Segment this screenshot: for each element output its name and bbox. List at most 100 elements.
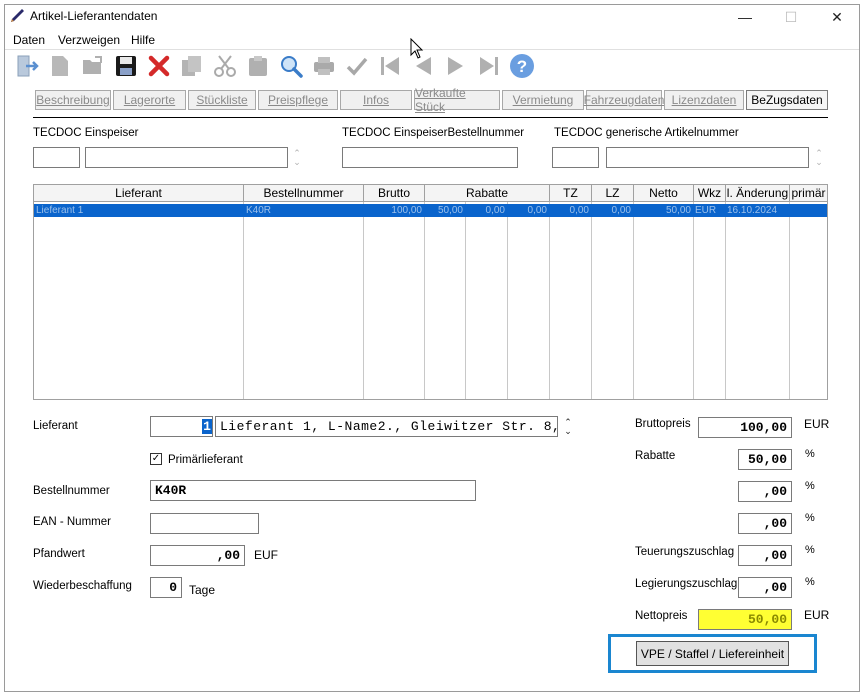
save-icon[interactable]: [113, 53, 139, 79]
last-record-icon[interactable]: [476, 53, 502, 79]
window-title: Artikel-Lieferantendaten: [30, 9, 158, 23]
teuerungszuschlag-label: Teuerungszuschlag: [635, 546, 735, 558]
table-cell-aenderung: 16.10.2024: [727, 205, 778, 216]
new-document-icon[interactable]: [47, 53, 73, 79]
lieferant-name-input[interactable]: Lieferant 1, L-Name2., Gleiwitzer Str. 8…: [215, 416, 558, 437]
rabatt-1-input[interactable]: 50,00: [738, 449, 792, 470]
col-header-rabatte[interactable]: Rabatte: [425, 185, 550, 202]
tab-lizenzdaten[interactable]: Lizenzdaten: [664, 90, 744, 110]
legierungszuschlag-percent: %: [805, 576, 815, 588]
open-folder-icon[interactable]: [80, 53, 106, 79]
cut-icon[interactable]: [212, 53, 238, 79]
tecdoc-generisch-label: TECDOC generische Artikelnummer: [554, 127, 739, 139]
help-icon[interactable]: ?: [509, 53, 535, 79]
table-cell-primaer: [791, 204, 825, 217]
ean-input[interactable]: [150, 513, 259, 534]
tab-beschreibung[interactable]: Beschreibung: [35, 90, 111, 110]
lieferant-number-value: 1: [202, 419, 212, 434]
bestellnummer-input[interactable]: K40R: [150, 480, 476, 501]
primaerlieferant-checkbox[interactable]: ✓: [150, 453, 162, 465]
tecdoc-einspeiser-spinner[interactable]: ⌃ ⌄: [290, 147, 304, 169]
nettopreis-unit: EUR: [804, 608, 830, 622]
col-header-bestellnummer[interactable]: Bestellnummer: [244, 185, 364, 202]
exit-icon[interactable]: [14, 53, 40, 79]
col-header-brutto[interactable]: Brutto: [364, 185, 425, 202]
search-icon[interactable]: [278, 53, 304, 79]
col-divider: [725, 202, 726, 399]
minimize-button[interactable]: —: [722, 6, 768, 28]
tecdoc-bestellnummer-label: TECDOC EinspeiserBestellnummer: [342, 127, 525, 139]
lieferant-spinner[interactable]: ⌃ ⌄: [561, 416, 575, 438]
col-divider: [465, 202, 466, 399]
col-header-letzte-aenderung[interactable]: l. Änderung: [726, 185, 790, 202]
tab-fahrzeugdaten[interactable]: Fahrzeugdaten: [584, 90, 664, 110]
tab-divider: [33, 117, 828, 118]
table-cell-rabatt-1: 50,00: [437, 205, 463, 216]
svg-text:?: ?: [517, 57, 527, 76]
tab-stueckliste[interactable]: Stückliste: [188, 90, 256, 110]
nettopreis-label: Nettopreis: [635, 610, 688, 622]
wiederbeschaffung-input[interactable]: 0: [150, 577, 182, 598]
tecdoc-generisch-code-input[interactable]: [552, 147, 599, 168]
teuerungszuschlag-input[interactable]: ,00: [738, 545, 792, 566]
close-button[interactable]: ✕: [814, 6, 860, 28]
table-cell-bestellnummer: K40R: [246, 205, 272, 216]
delete-icon[interactable]: [146, 53, 172, 79]
tecdoc-generisch-spinner[interactable]: ⌃ ⌄: [812, 147, 826, 169]
confirm-check-icon[interactable]: [344, 53, 370, 79]
teuerungszuschlag-percent: %: [805, 544, 815, 556]
table-cell-tz: 0,00: [569, 205, 589, 216]
tab-lagerorte[interactable]: Lagerorte: [113, 90, 186, 110]
pfandwert-input[interactable]: ,00: [150, 545, 245, 566]
rabatt-3-input[interactable]: ,00: [738, 513, 792, 534]
col-header-lz[interactable]: LZ: [592, 185, 634, 202]
col-header-tz[interactable]: TZ: [550, 185, 592, 202]
col-header-lieferant[interactable]: Lieferant: [34, 185, 244, 202]
rabatte-label: Rabatte: [635, 450, 676, 462]
app-pen-icon: [10, 9, 26, 23]
first-record-icon[interactable]: [377, 53, 403, 79]
copy-icon[interactable]: [179, 53, 205, 79]
mouse-cursor-icon: [410, 37, 424, 63]
rabatt-1-percent: %: [805, 448, 815, 460]
menu-hilfe[interactable]: Hilfe: [131, 33, 155, 47]
menu-daten[interactable]: Daten: [13, 33, 45, 47]
table-cell-netto: 50,00: [665, 205, 691, 216]
col-divider: [591, 202, 592, 399]
tecdoc-generisch-name-input[interactable]: [606, 147, 809, 168]
tab-vermietung[interactable]: Vermietung: [502, 90, 584, 110]
wiederbeschaffung-unit: Tage: [189, 583, 216, 597]
rabatt-3-percent: %: [805, 512, 815, 524]
table-cell-wkz: EUR: [695, 205, 717, 216]
tab-verkaufte-stueck[interactable]: Verkaufte Stück: [414, 86, 500, 114]
tab-infos[interactable]: Infos: [340, 90, 412, 110]
menu-verzweigen[interactable]: Verzweigen: [58, 33, 120, 47]
tecdoc-bestellnummer-input[interactable]: [342, 147, 518, 168]
tecdoc-einspeiser-code-input[interactable]: [33, 147, 80, 168]
maximize-button[interactable]: ☐: [768, 6, 814, 28]
bruttopreis-input[interactable]: 100,00: [698, 417, 792, 438]
table-cell-lz: 0,00: [611, 205, 631, 216]
col-header-primaer[interactable]: primär: [790, 185, 827, 202]
col-divider: [693, 202, 694, 399]
paste-icon[interactable]: [245, 53, 271, 79]
col-divider: [243, 202, 244, 399]
col-divider: [633, 202, 634, 399]
tab-bezugsdaten[interactable]: BeZugsdaten: [746, 90, 828, 110]
next-record-icon[interactable]: [443, 53, 469, 79]
col-divider: [424, 202, 425, 399]
col-header-wkz[interactable]: Wkz: [694, 185, 726, 202]
table-cell-brutto: 100,00: [391, 205, 422, 216]
table-cell-lieferant: Lieferant 1: [36, 205, 84, 216]
col-divider: [789, 202, 790, 399]
tecdoc-einspeiser-name-input[interactable]: [85, 147, 288, 168]
rabatt-2-input[interactable]: ,00: [738, 481, 792, 502]
print-icon[interactable]: [311, 53, 337, 79]
tecdoc-einspeiser-label: TECDOC Einspeiser: [33, 127, 139, 139]
tab-preispflege[interactable]: Preispflege: [258, 90, 338, 110]
col-header-netto[interactable]: Netto: [634, 185, 694, 202]
bestellnummer-label: Bestellnummer: [33, 485, 110, 497]
vpe-staffel-button[interactable]: VPE / Staffel / Liefereinheit: [636, 641, 789, 666]
pfandwert-unit: EUF: [254, 548, 278, 562]
legierungszuschlag-input[interactable]: ,00: [738, 577, 792, 598]
